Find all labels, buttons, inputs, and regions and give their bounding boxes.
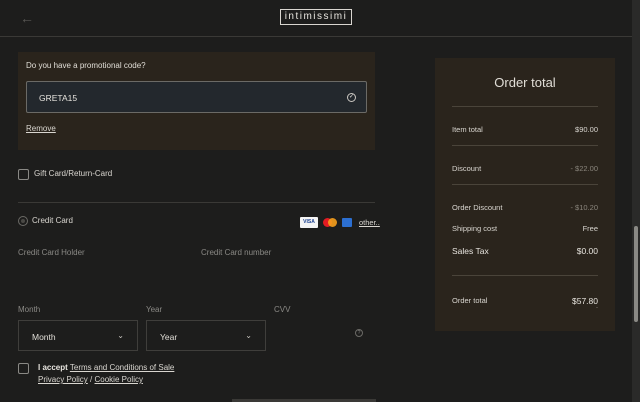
policy-links: Privacy Policy / Cookie Policy xyxy=(38,375,143,384)
scrollbar[interactable] xyxy=(632,0,640,402)
visa-logo-icon: VISA xyxy=(300,216,318,228)
order-total-title: Order total xyxy=(494,75,556,90)
year-label: Year xyxy=(146,305,163,314)
shipping-value: Free xyxy=(582,224,598,233)
order-total-label: Order total xyxy=(452,296,488,305)
discount-row: Discount - $22.00 xyxy=(452,164,598,173)
order-discount-row: Order Discount - $10.20 xyxy=(452,203,598,212)
sales-tax-row: Sales Tax $0.00 xyxy=(452,246,598,256)
cookie-policy-link[interactable]: Cookie Policy xyxy=(95,375,143,384)
card-logos: VISA other.. xyxy=(300,216,380,228)
credit-card-label[interactable]: Credit Card xyxy=(32,216,73,225)
cvv-info-icon[interactable]: ? xyxy=(355,329,363,337)
sales-tax-label: Sales Tax xyxy=(452,246,489,256)
order-total-row: Order total $57.80 xyxy=(452,296,598,306)
brand-logo[interactable]: intimissimi xyxy=(280,9,352,25)
check-circle-icon: ✓ xyxy=(347,93,356,102)
order-summary-panel: Order total Item total $90.00 Discount -… xyxy=(435,58,615,331)
header: ← intimissimi xyxy=(0,0,632,37)
divider xyxy=(18,202,375,203)
links-separator: / xyxy=(90,375,93,384)
divider xyxy=(452,106,598,107)
promo-code-value: GRETA15 xyxy=(39,93,78,103)
remove-promo-link[interactable]: Remove xyxy=(26,124,56,133)
gift-card-label[interactable]: Gift Card/Return-Card xyxy=(34,169,112,178)
card-number-field[interactable]: Credit Card number xyxy=(201,248,271,257)
chevron-down-icon: ⌄ xyxy=(117,331,124,340)
chevron-down-icon: ⌄ xyxy=(245,331,252,340)
month-label: Month xyxy=(18,305,41,314)
scrollbar-thumb[interactable] xyxy=(634,226,638,322)
other-cards-link[interactable]: other.. xyxy=(359,218,380,227)
terms-link[interactable]: Terms and Conditions of Sale xyxy=(70,363,175,372)
terms-text: I accept Terms and Conditions of Sale xyxy=(38,363,174,372)
promo-code-input[interactable]: GRETA15 ✓ xyxy=(26,81,367,113)
year-select[interactable]: Year ⌄ xyxy=(146,320,266,351)
month-select-value: Month xyxy=(32,332,56,342)
promo-question: Do you have a promotional code? xyxy=(26,61,146,70)
cvv-label: CVV xyxy=(274,305,291,314)
accept-text: I accept xyxy=(38,363,68,372)
discount-value: - $22.00 xyxy=(570,164,598,173)
shipping-row: Shipping cost Free xyxy=(452,224,598,233)
credit-card-radio[interactable] xyxy=(18,216,28,226)
privacy-policy-link[interactable]: Privacy Policy xyxy=(38,375,88,384)
card-holder-field[interactable]: Credit Card Holder xyxy=(18,248,85,257)
year-select-value: Year xyxy=(160,332,178,342)
month-select[interactable]: Month ⌄ xyxy=(18,320,138,351)
back-arrow-icon[interactable]: ← xyxy=(20,10,34,26)
discount-label: Discount xyxy=(452,164,482,173)
item-total-row: Item total $90.00 xyxy=(452,125,598,134)
order-discount-label: Order Discount xyxy=(452,203,503,212)
gift-card-checkbox[interactable] xyxy=(18,169,29,180)
sales-tax-value: $0.00 xyxy=(576,246,598,256)
order-discount-value: - $10.20 xyxy=(570,203,598,212)
terms-checkbox[interactable] xyxy=(18,363,29,374)
item-total-label: Item total xyxy=(452,125,483,134)
divider xyxy=(452,275,598,276)
promo-code-panel: Do you have a promotional code? GRETA15 … xyxy=(18,52,375,150)
shipping-label: Shipping cost xyxy=(452,224,498,233)
amex-logo-icon xyxy=(342,217,352,227)
divider xyxy=(452,184,598,185)
mastercard-logo-icon xyxy=(323,217,337,228)
order-total-sub: - xyxy=(596,305,598,311)
item-total-value: $90.00 xyxy=(575,125,598,134)
divider xyxy=(452,145,598,146)
